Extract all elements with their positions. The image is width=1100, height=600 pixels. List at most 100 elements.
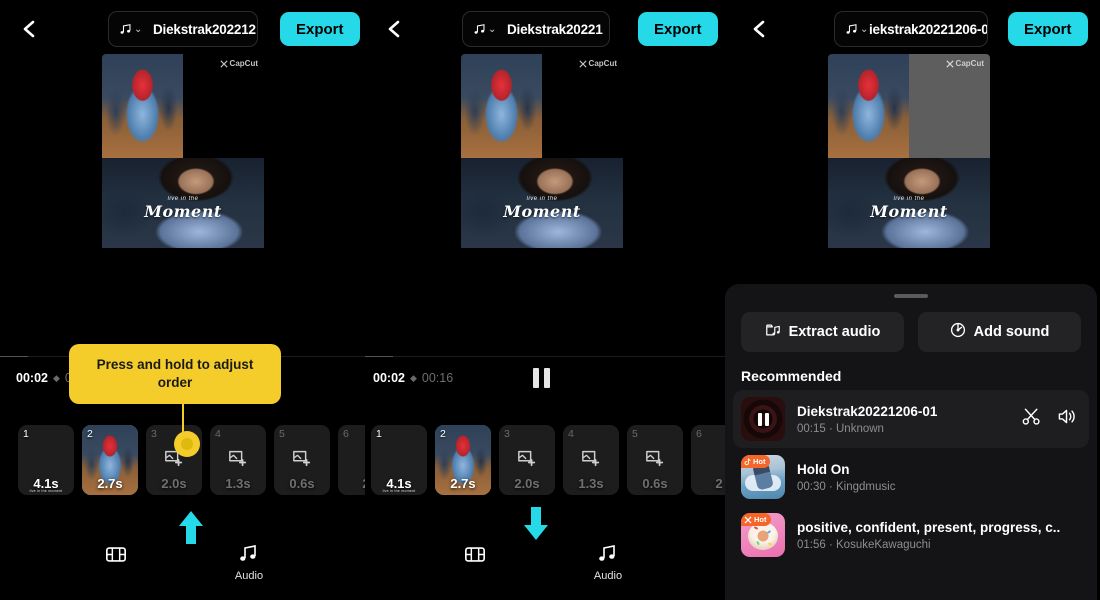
capcut-icon bbox=[219, 59, 228, 68]
collage-cell-topright: CapCut bbox=[542, 54, 623, 159]
recommended-sound-list: Diekstrak20221206-01 00:15 · Unknown Hot… bbox=[725, 384, 1097, 564]
scissors-icon[interactable] bbox=[1022, 407, 1041, 431]
video-preview-2[interactable]: CapCut live in the Moment bbox=[461, 54, 623, 344]
clip-index: 5 bbox=[632, 428, 638, 440]
hot-badge: Hot bbox=[741, 513, 771, 526]
music-notes-icon bbox=[572, 542, 644, 566]
hot-badge-label: Hot bbox=[753, 457, 766, 466]
clip-index: 1 bbox=[376, 428, 382, 440]
sound-title: Hold On bbox=[797, 461, 850, 477]
clip-index: 4 bbox=[215, 428, 221, 440]
artwork-donut bbox=[748, 522, 778, 550]
add-sound-button[interactable]: Add sound bbox=[918, 312, 1081, 352]
film-strip-icon bbox=[80, 542, 152, 566]
add-sound-icon bbox=[950, 322, 966, 342]
clip-frame-girl bbox=[461, 158, 623, 249]
clip-duration: 1.3s bbox=[578, 476, 604, 491]
project-title-pill[interactable]: ⌄ Diekstrak202212 bbox=[108, 11, 258, 47]
artwork-sprinkle bbox=[767, 542, 773, 546]
sound-meta: Diekstrak20221206-01 00:15 · Unknown bbox=[797, 404, 1010, 435]
extract-audio-icon bbox=[765, 322, 781, 342]
time-separator: ◆ bbox=[409, 372, 417, 383]
collage-cell-bottom bbox=[102, 248, 264, 344]
clip-item-placeholder[interactable]: 4 1.3s bbox=[563, 425, 619, 495]
project-title: iekstrak20221206-0 bbox=[869, 21, 988, 37]
export-button[interactable]: Export bbox=[638, 12, 718, 46]
clip-index: 3 bbox=[504, 428, 510, 440]
clip-frame-dance bbox=[461, 54, 542, 159]
capcut-watermark: CapCut bbox=[219, 59, 258, 68]
clip-duration: 1.3s bbox=[225, 476, 251, 491]
capcut-icon bbox=[744, 516, 752, 523]
time-current: 00:02 bbox=[16, 371, 48, 385]
clip-item[interactable]: 2 2.7s bbox=[435, 425, 491, 495]
top-bar-2: ⌄ Diekstrak20221 Export bbox=[365, 0, 730, 58]
clip-strip-2[interactable]: 1 4.1s live in the moment 2 2.7s 3 2.0s … bbox=[371, 425, 730, 495]
clip-item-placeholder[interactable]: 4 1.3s bbox=[210, 425, 266, 495]
export-button[interactable]: Export bbox=[280, 12, 360, 46]
drag-handle-dot[interactable] bbox=[174, 431, 200, 457]
add-media-icon bbox=[627, 448, 683, 468]
clip-duration: 2.7s bbox=[450, 476, 476, 491]
pause-icon[interactable] bbox=[533, 368, 550, 388]
collage-cell-topleft bbox=[828, 54, 909, 159]
audio-bottom-sheet: Extract audio Add sound Recommended Diek… bbox=[725, 284, 1097, 600]
scroll-thumb[interactable] bbox=[0, 356, 28, 357]
music-note-icon bbox=[473, 23, 486, 36]
music-note-icon bbox=[845, 23, 858, 36]
extract-audio-button[interactable]: Extract audio bbox=[741, 312, 904, 352]
chevron-left-icon bbox=[753, 20, 765, 38]
back-button[interactable] bbox=[14, 14, 44, 44]
clip-item[interactable]: 1 4.1s live in the moment bbox=[371, 425, 427, 495]
video-preview-1[interactable]: CapCut live in the Moment bbox=[102, 54, 264, 344]
nav-item-audio[interactable]: Audio bbox=[572, 542, 644, 582]
clip-index: 2 bbox=[440, 428, 446, 440]
chevron-left-icon bbox=[388, 20, 400, 38]
music-note-icon bbox=[119, 23, 132, 36]
clip-duration: 0.6s bbox=[642, 476, 668, 491]
back-button[interactable] bbox=[744, 14, 774, 44]
collage-cell-topright: CapCut bbox=[183, 54, 264, 159]
volume-icon[interactable] bbox=[1057, 407, 1077, 431]
capcut-icon bbox=[578, 59, 587, 68]
hot-badge: Hot bbox=[741, 455, 770, 468]
nav-item-label: Audio bbox=[593, 570, 623, 582]
scroll-thumb[interactable] bbox=[365, 356, 393, 357]
collage-cell-topright: CapCut bbox=[909, 54, 990, 159]
clip-item[interactable]: 1 4.1s live in the moment bbox=[18, 425, 74, 495]
clip-duration: 2.0s bbox=[161, 476, 187, 491]
clip-index: 3 bbox=[151, 428, 157, 440]
sound-artwork: Hot bbox=[741, 513, 785, 557]
timecode-2: 00:02 ◆ 00:16 bbox=[373, 371, 453, 385]
capcut-editor-screenshot: ⌄ Diekstrak202212 Export CapCut live in … bbox=[0, 0, 1100, 600]
arrow-down-annotation bbox=[521, 505, 551, 548]
clip-item-placeholder[interactable]: 6 2 bbox=[338, 425, 365, 495]
add-media-icon bbox=[274, 448, 330, 468]
nav-item-label: Audio bbox=[234, 570, 264, 582]
top-bar-3: ⌄ iekstrak20221206-0 Export bbox=[730, 0, 1095, 58]
project-title: Diekstrak20221 bbox=[507, 21, 603, 37]
sound-list-item[interactable]: Hot Hold On 00:30 · Kingdmusic bbox=[733, 448, 1089, 506]
clip-frame-girl bbox=[828, 158, 990, 249]
clip-item-placeholder[interactable]: 5 0.6s bbox=[627, 425, 683, 495]
sound-list-item[interactable]: Hot positive, confident, present, progre… bbox=[733, 506, 1089, 564]
music-notes-icon bbox=[213, 542, 285, 566]
sound-actions bbox=[1022, 407, 1081, 431]
nav-item-edit[interactable] bbox=[80, 542, 152, 570]
capcut-watermark: CapCut bbox=[945, 59, 984, 68]
clip-index: 5 bbox=[279, 428, 285, 440]
nav-item-audio[interactable]: Audio bbox=[213, 542, 285, 582]
export-button[interactable]: Export bbox=[1008, 12, 1088, 46]
time-separator: ◆ bbox=[52, 372, 60, 383]
film-strip-icon bbox=[439, 542, 511, 566]
top-bar-1: ⌄ Diekstrak202212 Export bbox=[0, 0, 365, 58]
title-caret: ⌄ bbox=[860, 23, 869, 35]
clip-item-placeholder[interactable]: 5 0.6s bbox=[274, 425, 330, 495]
back-button[interactable] bbox=[379, 14, 409, 44]
sound-list-item[interactable]: Diekstrak20221206-01 00:15 · Unknown bbox=[733, 390, 1089, 448]
project-title-pill[interactable]: ⌄ Diekstrak20221 bbox=[462, 11, 610, 47]
project-title-pill[interactable]: ⌄ iekstrak20221206-0 bbox=[834, 11, 988, 47]
nav-item-edit[interactable] bbox=[439, 542, 511, 570]
clip-item-placeholder[interactable]: 3 2.0s bbox=[499, 425, 555, 495]
clip-item[interactable]: 2 2.7s bbox=[82, 425, 138, 495]
